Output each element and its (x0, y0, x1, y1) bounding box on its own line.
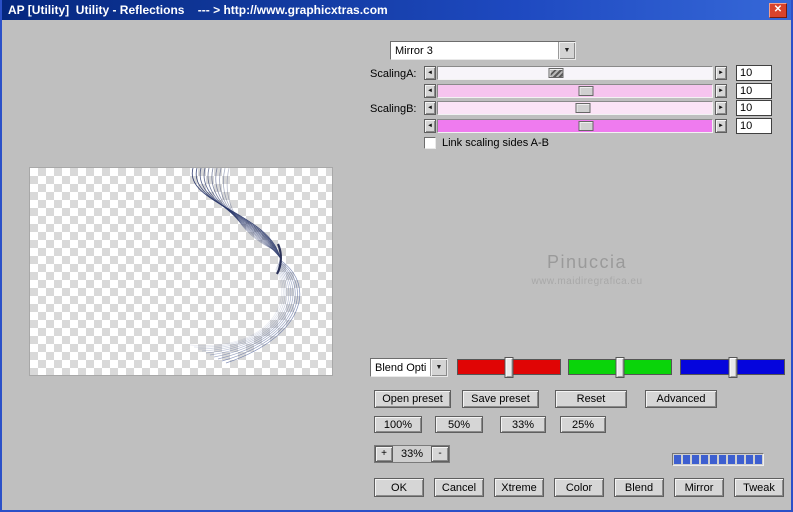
scaling-a2-slider-row: ◄ ► (424, 83, 776, 99)
red-slider-thumb[interactable] (504, 357, 514, 378)
ok-button[interactable]: OK (374, 478, 424, 497)
close-icon: ✕ (773, 4, 783, 15)
cancel-button[interactable]: Cancel (434, 478, 484, 497)
mirror-preset-value: Mirror 3 (395, 44, 433, 57)
blue-slider-thumb[interactable] (728, 357, 737, 378)
mirror-button[interactable]: Mirror (674, 478, 724, 497)
red-channel-slider[interactable] (457, 357, 561, 378)
scaling-a1-slider-row: ◄ ► (424, 65, 776, 81)
color-button[interactable]: Color (554, 478, 604, 497)
zoom-decrease-button[interactable]: - (431, 446, 449, 462)
slider-increment-button[interactable]: ► (715, 101, 727, 115)
progress-segment (692, 455, 699, 464)
arrow-left-icon: ◄ (427, 88, 433, 94)
xtreme-button[interactable]: Xtreme (494, 478, 544, 497)
scaling-b1-slider-track[interactable] (437, 101, 713, 115)
scaling-a1-slider-track[interactable] (437, 66, 713, 80)
slider-increment-button[interactable]: ► (715, 66, 727, 80)
zoom-25-button[interactable]: 25% (560, 416, 606, 433)
progress-segment (746, 455, 753, 464)
watermark-url: www.maidiregrafica.eu (531, 276, 643, 287)
arrow-left-icon: ◄ (427, 70, 433, 76)
progress-segment (728, 455, 735, 464)
open-preset-button[interactable]: Open preset (374, 390, 451, 408)
progress-bar (672, 453, 764, 466)
save-preset-button[interactable]: Save preset (462, 390, 539, 408)
arrow-right-icon: ► (718, 123, 724, 129)
green-channel-slider[interactable] (568, 357, 672, 378)
scaling-a1-value-input[interactable] (736, 65, 772, 81)
blend-options-value: Blend Opti (375, 361, 427, 374)
scaling-a-label: ScalingA: (370, 68, 417, 80)
progress-segment (710, 455, 717, 464)
scaling-a2-value-input[interactable] (736, 83, 772, 99)
mirror-preset-select[interactable]: Mirror 3 ▼ (390, 41, 576, 60)
progress-segment (674, 455, 681, 464)
blue-channel-slider[interactable] (680, 357, 785, 378)
window-title: AP [Utility] Utility - Reflections --- >… (8, 3, 388, 17)
scaling-b2-slider-thumb[interactable] (578, 121, 594, 131)
reflection-curves-graphic (189, 168, 301, 364)
slider-increment-button[interactable]: ► (715, 119, 727, 133)
slider-decrement-button[interactable]: ◄ (424, 119, 436, 133)
slider-decrement-button[interactable]: ◄ (424, 66, 436, 80)
arrow-left-icon: ◄ (427, 105, 433, 111)
zoom-stepper: + 33% - (374, 445, 450, 463)
chevron-down-icon: ▼ (430, 359, 447, 376)
slider-increment-button[interactable]: ► (715, 84, 727, 98)
scaling-b2-slider-track[interactable] (437, 119, 713, 133)
titlebar: AP [Utility] Utility - Reflections --- >… (2, 0, 791, 20)
zoom-50-button[interactable]: 50% (435, 416, 483, 433)
advanced-button[interactable]: Advanced (645, 390, 717, 408)
zoom-increase-button[interactable]: + (375, 446, 393, 462)
arrow-left-icon: ◄ (427, 123, 433, 129)
zoom-level-value: 33% (400, 448, 424, 460)
scaling-a1-slider-thumb[interactable] (548, 68, 564, 78)
arrow-right-icon: ► (718, 105, 724, 111)
scaling-b-label: ScalingB: (370, 103, 417, 115)
zoom-100-button[interactable]: 100% (374, 416, 422, 433)
scaling-b1-value-input[interactable] (736, 100, 772, 116)
arrow-right-icon: ► (718, 70, 724, 76)
arrow-right-icon: ► (718, 88, 724, 94)
reset-button[interactable]: Reset (555, 390, 627, 408)
progress-segment (719, 455, 726, 464)
scaling-b2-value-input[interactable] (736, 118, 772, 134)
chevron-down-icon: ▼ (558, 42, 575, 59)
scaling-b2-slider-row: ◄ ► (424, 118, 776, 134)
dialog-body: Pinuccia www.maidiregrafica.eu Mirror 3 … (2, 20, 791, 508)
scaling-a2-slider-thumb[interactable] (578, 86, 594, 96)
close-button[interactable]: ✕ (769, 2, 787, 18)
link-scaling-checkbox[interactable]: Link scaling sides A-B (424, 137, 549, 149)
progress-segment (683, 455, 690, 464)
green-slider-thumb[interactable] (615, 357, 625, 378)
scaling-b1-slider-row: ◄ ► (424, 100, 776, 116)
blend-options-select[interactable]: Blend Opti ▼ (370, 358, 448, 377)
plugin-window: AP [Utility] Utility - Reflections --- >… (0, 0, 793, 512)
watermark-name: Pinuccia (546, 252, 628, 272)
preview-canvas[interactable] (29, 167, 333, 376)
link-scaling-label: Link scaling sides A-B (442, 137, 549, 149)
slider-decrement-button[interactable]: ◄ (424, 101, 436, 115)
progress-segment (701, 455, 708, 464)
slider-decrement-button[interactable]: ◄ (424, 84, 436, 98)
tweak-button[interactable]: Tweak (734, 478, 784, 497)
checkbox-box[interactable] (424, 137, 436, 149)
progress-segment (737, 455, 744, 464)
scaling-b1-slider-thumb[interactable] (575, 103, 591, 113)
zoom-33-button[interactable]: 33% (500, 416, 546, 433)
blend-button[interactable]: Blend (614, 478, 664, 497)
scaling-a2-slider-track[interactable] (437, 84, 713, 98)
progress-segment (755, 455, 762, 464)
